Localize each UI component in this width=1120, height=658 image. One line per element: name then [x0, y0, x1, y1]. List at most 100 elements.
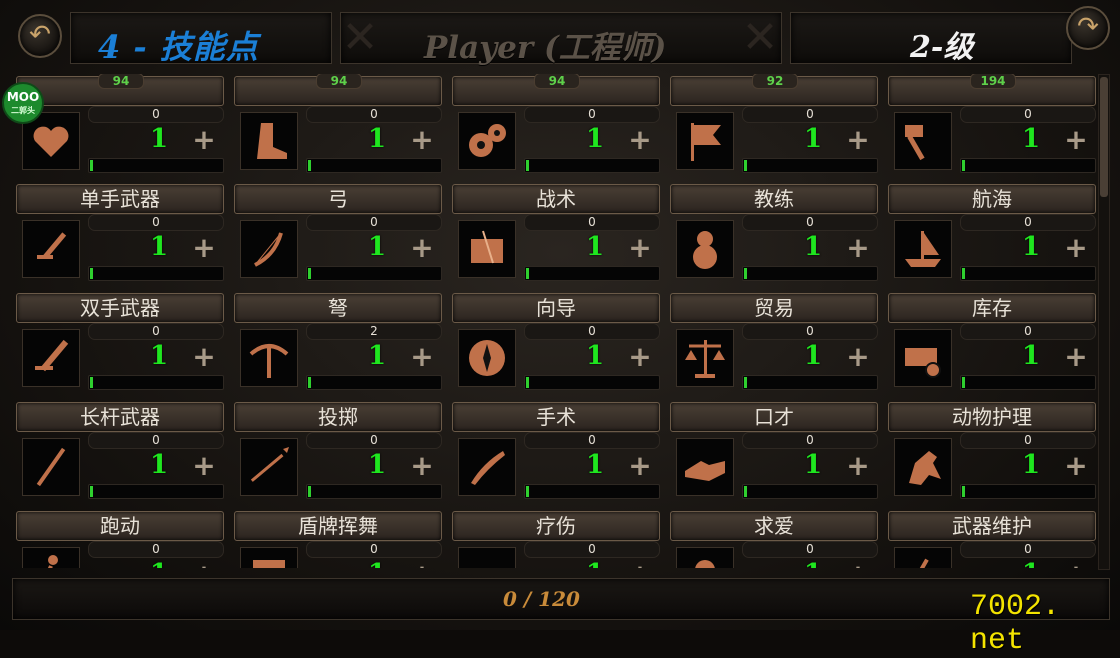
- increase-skill-button[interactable]: +: [626, 231, 654, 264]
- points-counter: 0 / 120: [503, 587, 580, 611]
- compass-icon: [458, 329, 516, 387]
- gears-icon: [458, 112, 516, 170]
- skill-progress-fill: [744, 268, 747, 279]
- skill-points-spent: 0: [88, 214, 224, 231]
- runner-icon: [22, 547, 80, 568]
- scrollbar-thumb[interactable]: [1100, 77, 1108, 197]
- increase-skill-button[interactable]: +: [408, 558, 436, 568]
- skill-card: 航海 0 1 +: [888, 184, 1096, 284]
- skill-progress-fill: [744, 160, 747, 171]
- skill-points-spent: 0: [960, 323, 1096, 340]
- skill-card: 口才 0 1 +: [670, 402, 878, 502]
- increase-skill-button[interactable]: +: [408, 123, 436, 156]
- scrollbar[interactable]: [1098, 74, 1110, 570]
- skill-level: 1: [1021, 341, 1041, 371]
- skill-level: 1: [367, 450, 387, 480]
- rose-icon: [676, 547, 734, 568]
- skill-level: 1: [149, 341, 169, 371]
- skill-progress-bar: [306, 484, 442, 499]
- skill-progress-bar: [742, 266, 878, 281]
- increase-skill-button[interactable]: +: [190, 123, 218, 156]
- increase-skill-button[interactable]: +: [626, 340, 654, 373]
- moo-badge: MOO 二郭头: [2, 82, 44, 124]
- increase-skill-button[interactable]: +: [1062, 123, 1090, 156]
- scales-icon: [676, 329, 734, 387]
- increase-skill-button[interactable]: +: [844, 340, 872, 373]
- skill-level: 1: [1021, 232, 1041, 262]
- skill-points-spent: 0: [960, 106, 1096, 123]
- increase-skill-button[interactable]: +: [190, 340, 218, 373]
- increase-skill-button[interactable]: +: [1062, 449, 1090, 482]
- increase-skill-button[interactable]: +: [408, 449, 436, 482]
- skill-progress-bar: [524, 158, 660, 173]
- skill-progress-bar: [960, 266, 1096, 281]
- skill-card: 0 1 +92: [670, 74, 878, 176]
- redo-arrow-icon: ↷: [1077, 12, 1099, 42]
- skill-name: 战术: [452, 184, 660, 214]
- skill-progress-bar: [742, 158, 878, 173]
- increase-skill-button[interactable]: +: [408, 231, 436, 264]
- skill-card: 教练 0 1 +: [670, 184, 878, 284]
- skill-card: 疗伤01 +: [452, 511, 660, 568]
- skill-progress-fill: [90, 268, 93, 279]
- increase-skill-button[interactable]: +: [1062, 558, 1090, 568]
- skill-points-spent: 0: [306, 432, 442, 449]
- skill-progress-fill: [308, 486, 311, 497]
- increase-skill-button[interactable]: +: [844, 449, 872, 482]
- redo-button[interactable]: ↷: [1066, 6, 1110, 50]
- increase-skill-button[interactable]: +: [626, 558, 654, 568]
- skill-progress-fill: [308, 268, 311, 279]
- increase-skill-button[interactable]: +: [844, 558, 872, 568]
- skill-progress-fill: [962, 486, 965, 497]
- skill-name: 弓: [234, 184, 442, 214]
- game-screen: ✕ ✕ ↶ ↷ 4 - 技能点 Player (工程师) 2-级 0 1 +94 0 1…: [0, 0, 1120, 658]
- skill-card: 盾牌挥舞01 +: [234, 511, 442, 568]
- increase-skill-button[interactable]: +: [844, 231, 872, 264]
- skill-progress-fill: [526, 160, 529, 171]
- increase-skill-button[interactable]: +: [190, 558, 218, 568]
- skill-level: 1: [803, 124, 823, 154]
- moo-badge-text: MOO: [6, 90, 40, 104]
- increase-skill-button[interactable]: +: [408, 340, 436, 373]
- skill-points-spent: 0: [306, 214, 442, 231]
- skill-progress-bar: [960, 158, 1096, 173]
- skill-points-spent: 0: [742, 106, 878, 123]
- skill-name: 盾牌挥舞: [234, 511, 442, 541]
- skill-name: 口才: [670, 402, 878, 432]
- back-button[interactable]: ↶: [18, 14, 62, 58]
- skill-card: 战术 0 1 +: [452, 184, 660, 284]
- skill-progress-bar: [524, 484, 660, 499]
- increase-skill-button[interactable]: +: [626, 449, 654, 482]
- skill-card: 武器维护01 +: [888, 511, 1096, 568]
- increase-skill-button[interactable]: +: [190, 231, 218, 264]
- skill-level: 1: [149, 232, 169, 262]
- skill-progress-fill: [744, 377, 747, 388]
- top-value-badge: 194: [970, 74, 1016, 89]
- skill-progress-fill: [90, 160, 93, 171]
- skill-name: 向导: [452, 293, 660, 323]
- skill-progress-bar: [960, 375, 1096, 390]
- player-name: Player (工程师): [424, 30, 667, 66]
- bow-icon: [240, 220, 298, 278]
- skill-level: 1: [580, 559, 610, 568]
- increase-skill-button[interactable]: +: [626, 123, 654, 156]
- celtic-ornament-icon: ✕: [741, 12, 779, 63]
- skill-points-spent: 0: [742, 541, 878, 558]
- cart-icon: [894, 329, 952, 387]
- skill-level: 1: [585, 124, 605, 154]
- top-value-badge: 94: [316, 74, 362, 89]
- skill-points-spent: 0: [524, 541, 660, 558]
- skill-progress-fill: [526, 377, 529, 388]
- skill-card: 单手武器 0 1 +: [16, 184, 224, 284]
- skill-card: 0 1 +194: [888, 74, 1096, 176]
- increase-skill-button[interactable]: +: [190, 449, 218, 482]
- skill-card: 动物护理 0 1 +: [888, 402, 1096, 502]
- increase-skill-button[interactable]: +: [844, 123, 872, 156]
- skill-progress-bar: [742, 375, 878, 390]
- increase-skill-button[interactable]: +: [1062, 231, 1090, 264]
- skill-level: 1: [149, 450, 169, 480]
- increase-skill-button[interactable]: +: [1062, 340, 1090, 373]
- skill-progress-fill: [962, 377, 965, 388]
- skill-name: 弩: [234, 293, 442, 323]
- skill-progress-fill: [526, 268, 529, 279]
